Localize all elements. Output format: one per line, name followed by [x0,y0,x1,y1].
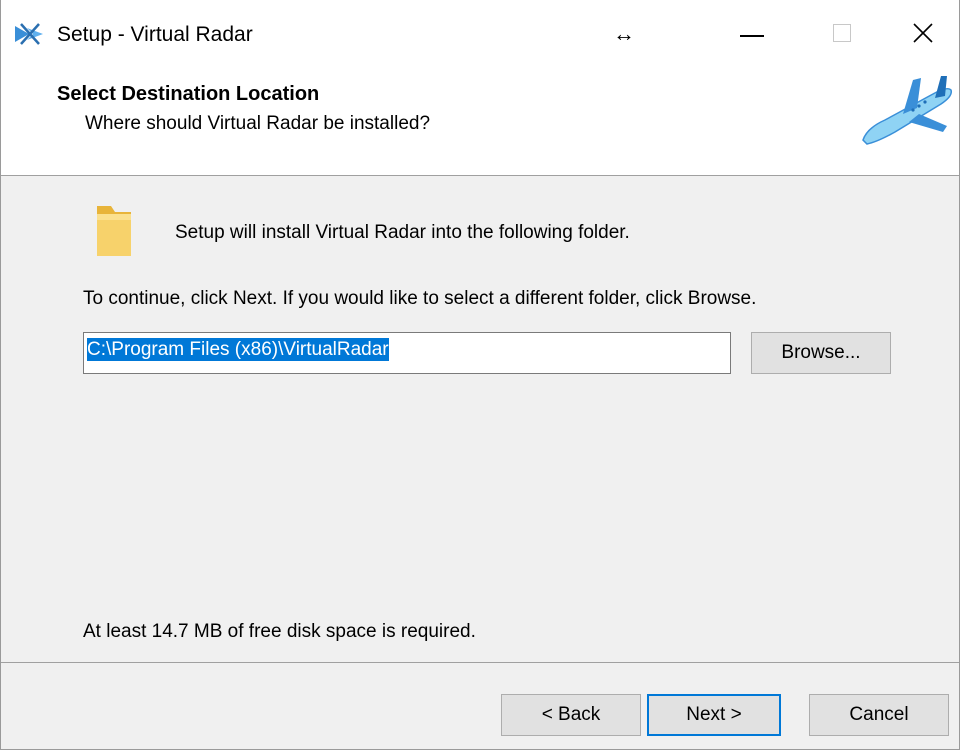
wizard-header: Select Destination Location Where should… [1,66,959,176]
maximize-icon [833,24,851,42]
back-button[interactable]: < Back [501,694,641,736]
browse-button[interactable]: Browse... [751,332,891,374]
install-intro-text: Setup will install Virtual Radar into th… [175,222,630,243]
minimize-button[interactable] [707,0,797,66]
footer-divider [1,662,959,663]
airplane-icon [862,76,953,145]
cancel-button[interactable]: Cancel [809,694,949,736]
close-button[interactable] [887,0,959,66]
disk-space-text: At least 14.7 MB of free disk space is r… [83,621,476,642]
page-subtitle: Where should Virtual Radar be installed? [85,113,431,134]
page-title: Select Destination Location [57,83,320,105]
folder-icon [97,206,131,256]
title-bar[interactable]: Setup - Virtual Radar ↔ [1,0,959,66]
maximize-button[interactable] [797,0,887,66]
virtual-radar-app-icon [15,23,43,45]
setup-window: Setup - Virtual Radar ↔ Select Destinati… [0,0,960,750]
instructions-text: To continue, click Next. If you would li… [83,288,757,309]
next-button[interactable]: Next > [647,694,781,736]
destination-path-value: C:\Program Files (x86)\VirtualRadar [87,338,389,361]
resize-cursor-icon: ↔ [613,21,635,46]
destination-path-input[interactable]: C:\Program Files (x86)\VirtualRadar [83,332,731,374]
minimize-icon [740,35,764,37]
window-title: Setup - Virtual Radar [57,23,253,46]
close-icon [913,23,933,43]
